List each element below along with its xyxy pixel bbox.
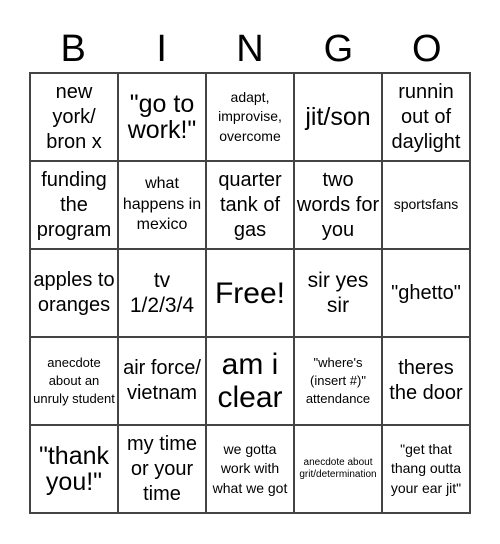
- bingo-cell[interactable]: theres the door: [382, 337, 470, 425]
- bingo-cell[interactable]: adapt, improvise, overcome: [206, 73, 294, 161]
- bingo-cell[interactable]: "get that thang outta your ear jit": [382, 425, 470, 513]
- bingo-grid: new york/ bron x "go to work!" adapt, im…: [29, 72, 471, 514]
- bingo-cell[interactable]: runnin out of daylight: [382, 73, 470, 161]
- bingo-cell[interactable]: jit/son: [294, 73, 382, 161]
- bingo-cell[interactable]: tv 1/2/3/4: [118, 249, 206, 337]
- bingo-cell[interactable]: we gotta work with what we got: [206, 425, 294, 513]
- header-letter-n: N: [236, 28, 264, 70]
- bingo-cell[interactable]: air force/ vietnam: [118, 337, 206, 425]
- bingo-cell[interactable]: sportsfans: [382, 161, 470, 249]
- free-space-cell[interactable]: Free!: [206, 249, 294, 337]
- bingo-cell[interactable]: quarter tank of gas: [206, 161, 294, 249]
- bingo-cell[interactable]: apples to oranges: [30, 249, 118, 337]
- bingo-cell[interactable]: anecdote about grit/determination: [294, 425, 382, 513]
- header-letter-b: B: [60, 28, 86, 70]
- bingo-cell[interactable]: my time or your time: [118, 425, 206, 513]
- bingo-cell[interactable]: new york/ bron x: [30, 73, 118, 161]
- bingo-header: B I N G O: [29, 26, 471, 72]
- bingo-cell[interactable]: anecdote about an unruly student: [30, 337, 118, 425]
- header-letter-i: I: [156, 28, 167, 70]
- bingo-cell[interactable]: funding the program: [30, 161, 118, 249]
- bingo-cell[interactable]: what happens in mexico: [118, 161, 206, 249]
- bingo-cell[interactable]: "where's (insert #)" attendance: [294, 337, 382, 425]
- bingo-cell[interactable]: "ghetto": [382, 249, 470, 337]
- bingo-cell[interactable]: sir yes sir: [294, 249, 382, 337]
- bingo-cell[interactable]: am i clear: [206, 337, 294, 425]
- header-letter-o: O: [412, 28, 442, 70]
- bingo-cell[interactable]: "thank you!": [30, 425, 118, 513]
- bingo-cell[interactable]: two words for you: [294, 161, 382, 249]
- bingo-cell[interactable]: "go to work!": [118, 73, 206, 161]
- header-letter-g: G: [323, 28, 354, 70]
